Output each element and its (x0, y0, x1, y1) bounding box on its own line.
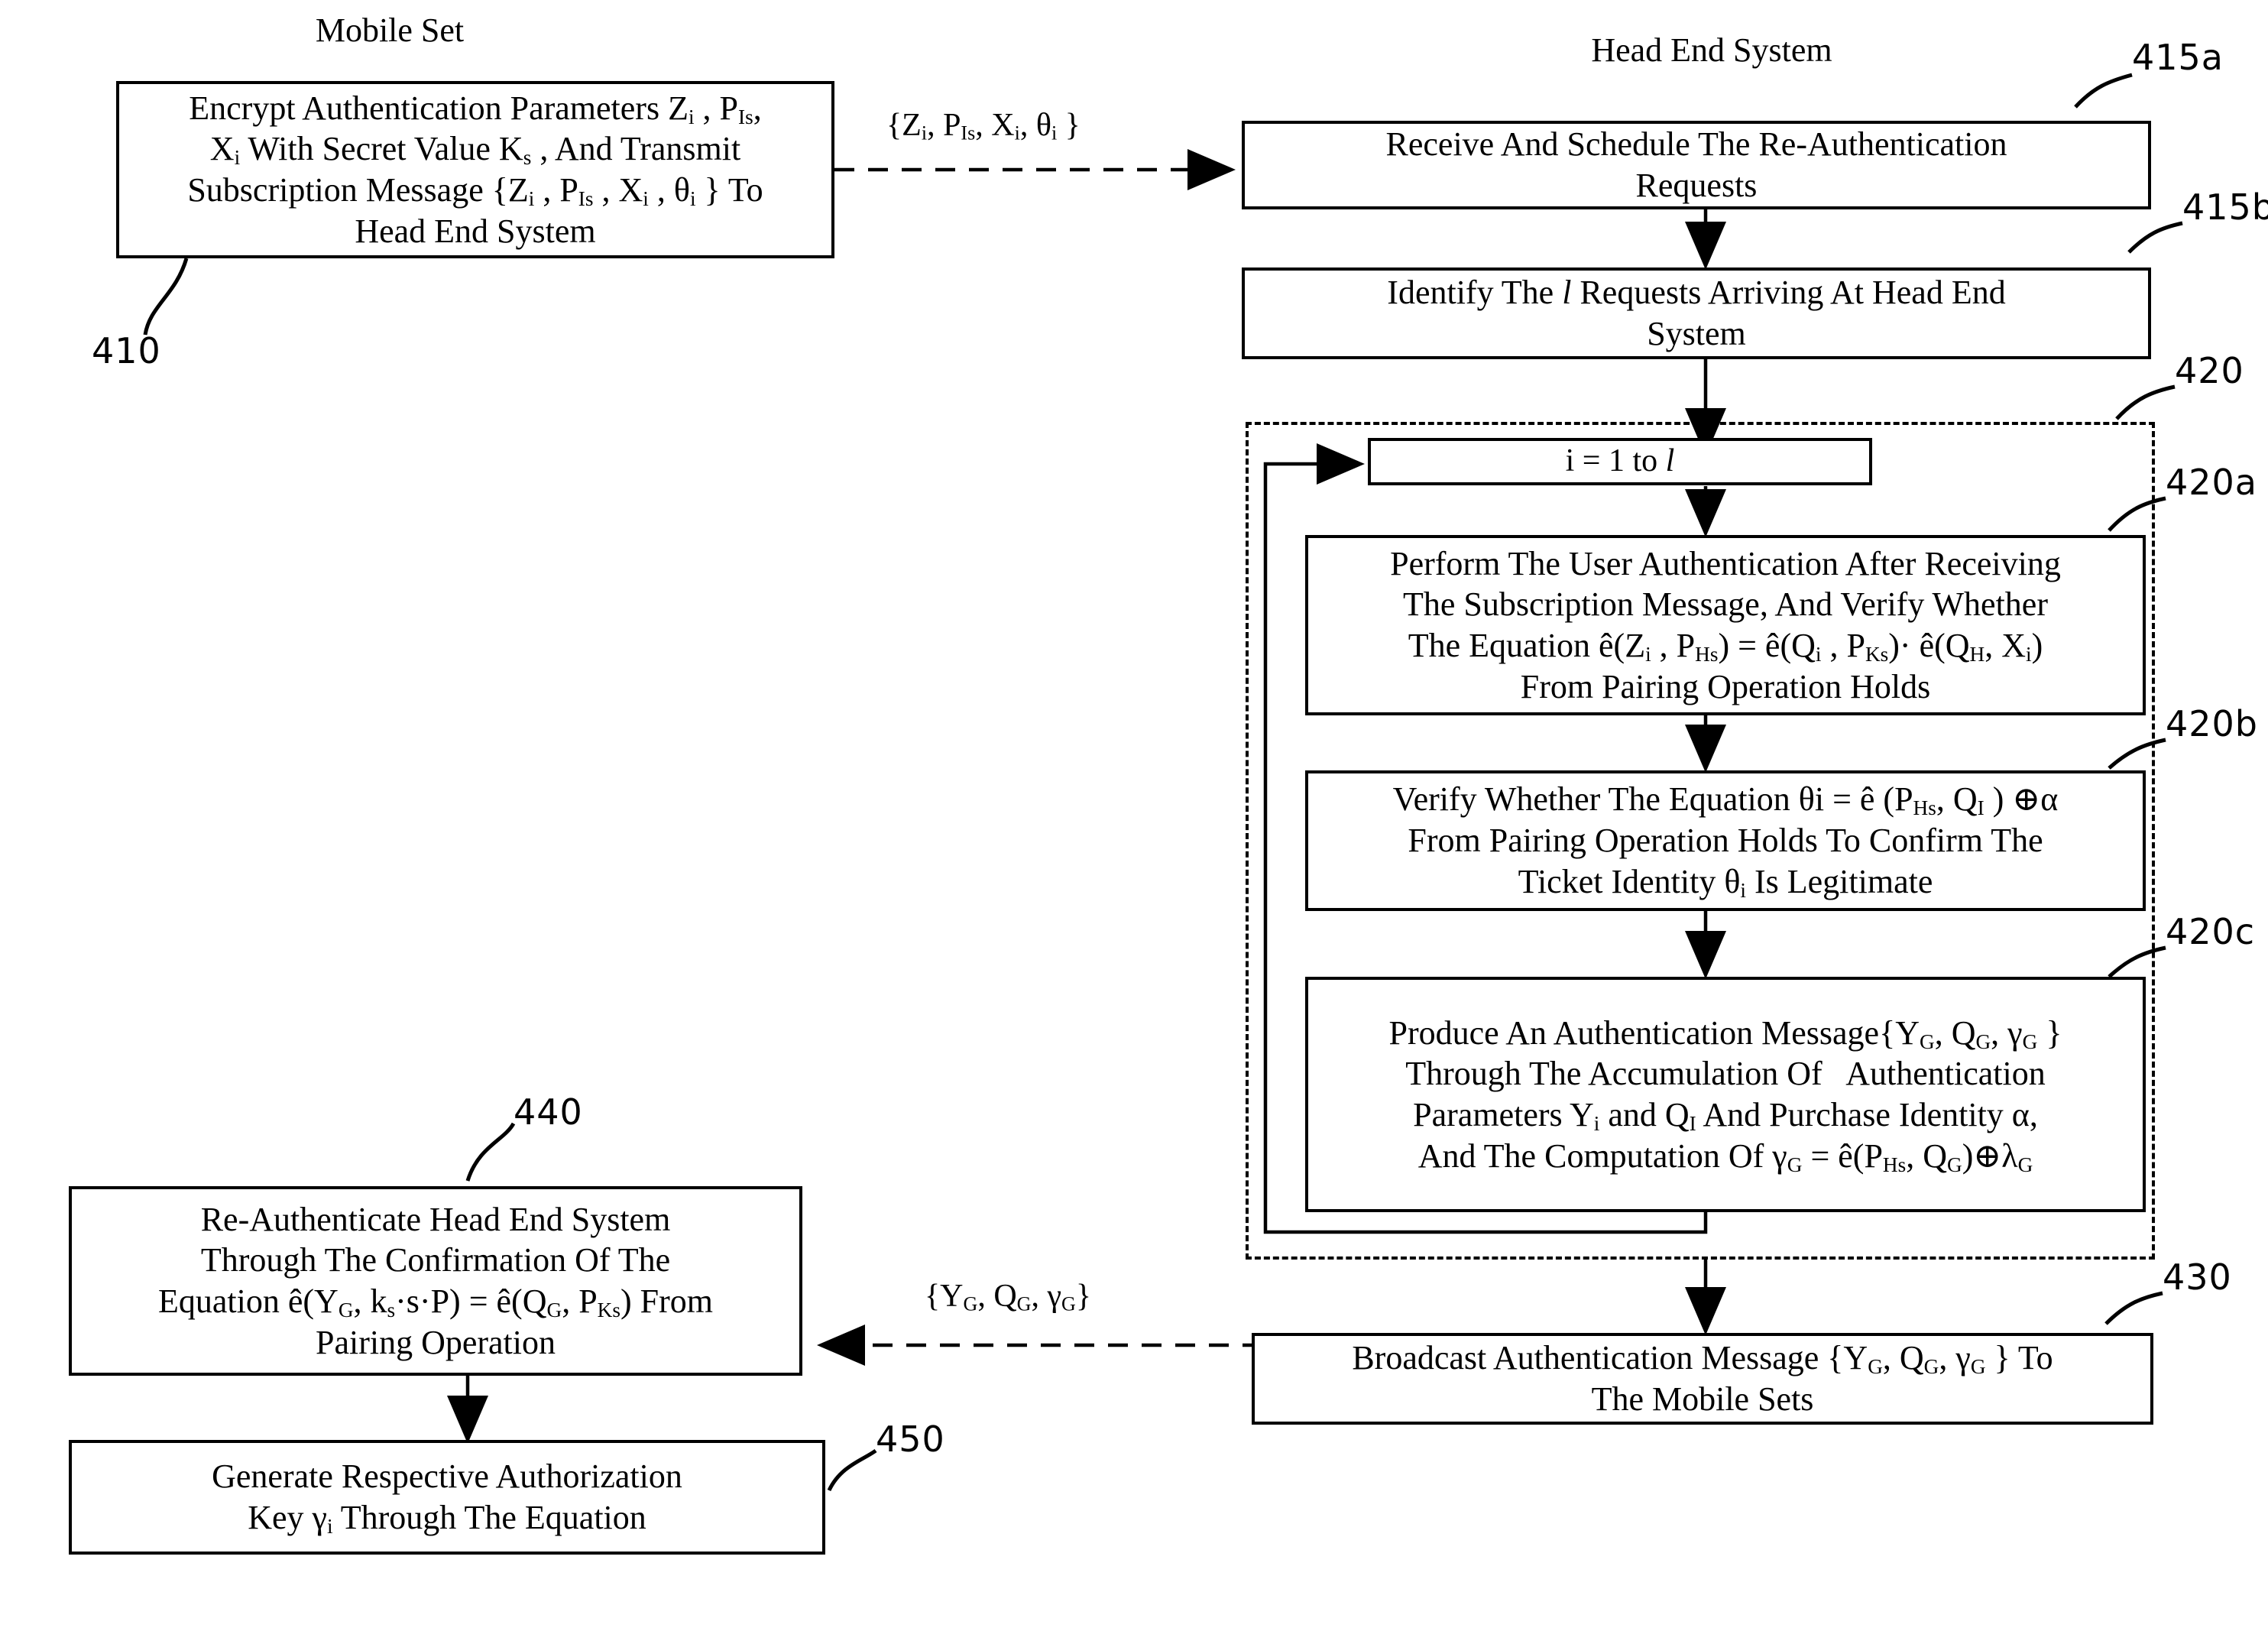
box-450-text: Generate Respective Authorization Key γi… (212, 1458, 682, 1538)
ref-440: 440 (514, 1091, 583, 1133)
ref-415a: 415a (2132, 37, 2224, 78)
box-415b-text: Identify The l Requests Arriving At Head… (1387, 274, 2006, 352)
box-450-generate-auth-key[interactable]: Generate Respective Authorization Key γi… (69, 1440, 825, 1555)
box-410-text: Encrypt Authentication Parameters Zi , P… (187, 89, 763, 250)
box-420a-text: Perform The User Authentication After Re… (1390, 544, 2061, 705)
box-430-broadcast-auth-message[interactable]: Broadcast Authentication Message {YG, QG… (1252, 1333, 2153, 1425)
box-420b-verify-ticket-identity[interactable]: Verify Whether The Equation θi = ê (PHs,… (1305, 770, 2146, 911)
ref-430: 430 (2163, 1256, 2232, 1298)
box-415b-identify-requests[interactable]: Identify The l Requests Arriving At Head… (1242, 268, 2151, 359)
leader-430 (2104, 1291, 2163, 1325)
caption-mobile-set: Mobile Set (315, 11, 465, 49)
flow-label-auth-message: {YG, QG, γG} (925, 1279, 1092, 1315)
ref-415b: 415b (2182, 186, 2268, 228)
ref-420c: 420c (2166, 911, 2256, 952)
leader-450 (827, 1448, 877, 1492)
flowchart-canvas: Mobile Set Head End System 410 415a 415b… (0, 0, 2268, 1631)
box-415a-text: Receive And Schedule The Re-Authenticati… (1385, 125, 2007, 204)
box-loop-header-text: i = 1 to l (1565, 443, 1675, 479)
box-420b-text: Verify Whether The Equation θi = ê (PHs,… (1392, 780, 2059, 902)
ref-450: 450 (876, 1419, 945, 1460)
box-440-reauthenticate-head-end[interactable]: Re-Authenticate Head End System Through … (69, 1186, 802, 1376)
box-430-text: Broadcast Authentication Message {YG, QG… (1352, 1339, 2053, 1418)
leader-440 (465, 1122, 516, 1182)
box-440-text: Re-Authenticate Head End System Through … (158, 1200, 713, 1361)
box-loop-header[interactable]: i = 1 to l (1368, 438, 1872, 485)
box-415a-receive-schedule[interactable]: Receive And Schedule The Re-Authenticati… (1242, 121, 2151, 209)
leader-410 (143, 258, 189, 336)
leader-415b (2127, 221, 2183, 254)
ref-420: 420 (2175, 350, 2244, 391)
ref-420b: 420b (2166, 703, 2258, 744)
ref-410: 410 (92, 330, 161, 371)
ref-420a: 420a (2166, 462, 2257, 503)
leader-420 (2115, 384, 2176, 420)
box-420a-perform-user-auth[interactable]: Perform The User Authentication After Re… (1305, 535, 2146, 715)
caption-head-end-system: Head End System (1591, 31, 1832, 69)
leader-415a (2074, 73, 2133, 109)
box-410-encrypt-auth-params[interactable]: Encrypt Authentication Parameters Zi , P… (116, 81, 834, 258)
box-420c-text: Produce An Authentication Message{YG, QG… (1388, 1013, 2062, 1176)
flow-label-subscription-message: {Zi, PIs, Xi, θi } (886, 108, 1081, 144)
box-420c-produce-auth-message[interactable]: Produce An Authentication Message{YG, QG… (1305, 977, 2146, 1212)
